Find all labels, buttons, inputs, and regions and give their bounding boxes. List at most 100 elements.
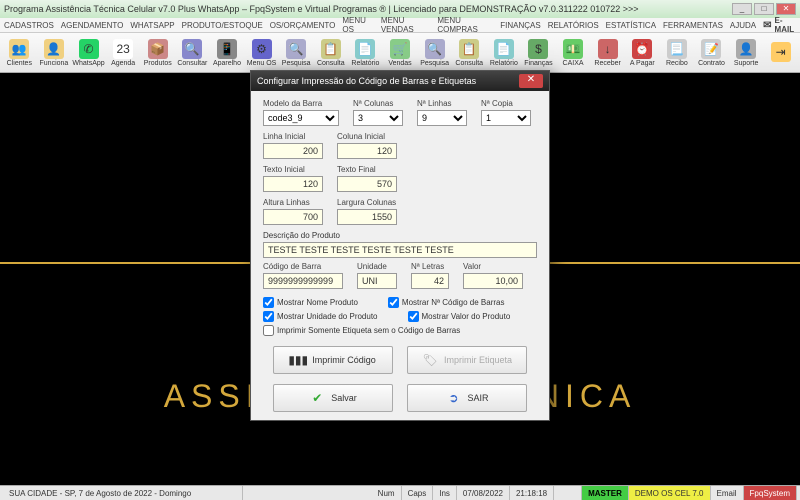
menu-produto[interactable]: PRODUTO/ESTOQUE <box>182 21 263 30</box>
toolbar-btn-funciona[interactable]: 👤Funciona <box>38 35 71 71</box>
modelo-select[interactable]: code3_9 <box>263 110 339 126</box>
toolbar-icon: 🔍 <box>286 39 306 59</box>
menu-vendas[interactable]: MENU VENDAS <box>381 16 431 34</box>
toolbar-btn-suporte[interactable]: 👤Suporte <box>730 35 763 71</box>
imprimir-codigo-button[interactable]: ▮▮▮ Imprimir Código <box>273 346 393 374</box>
unidade-label: Unidade <box>357 262 397 271</box>
toolbar-icon: ✆ <box>79 39 99 59</box>
largura-colunas-input[interactable]: 1550 <box>337 209 397 225</box>
chk-somente-box[interactable] <box>263 325 274 336</box>
toolbar-btn-relatório[interactable]: 📄Relatório <box>488 35 521 71</box>
chk-nome-box[interactable] <box>263 297 274 308</box>
toolbar-label: Consulta <box>455 60 483 67</box>
status-master: MASTER <box>582 486 629 500</box>
menu-relatorios[interactable]: RELATÓRIOS <box>548 21 599 30</box>
valor-input[interactable]: 10,00 <box>463 273 523 289</box>
status-num: Num <box>372 486 402 500</box>
menubar: CADASTROS AGENDAMENTO WHATSAPP PRODUTO/E… <box>0 18 800 33</box>
dialog-title-text: Configurar Impressão do Código de Barras… <box>257 76 476 86</box>
chk-unidade-box[interactable] <box>263 311 274 322</box>
toolbar-btn-pesquisa[interactable]: 🔍Pesquisa <box>418 35 451 71</box>
chk-nome[interactable]: Mostrar Nome Produto <box>263 297 358 308</box>
menu-whatsapp[interactable]: WHATSAPP <box>130 21 174 30</box>
imprimir-etiqueta-button[interactable]: 🏷 Imprimir Etiqueta <box>407 346 527 374</box>
toolbar-btn-produtos[interactable]: 📦Produtos <box>141 35 174 71</box>
status-gap <box>554 486 582 500</box>
dialog-titlebar: Configurar Impressão do Código de Barras… <box>251 71 549 91</box>
toolbar-btn-caixa[interactable]: 💵CAIXA <box>557 35 590 71</box>
toolbar-btn-finanças[interactable]: $Finanças <box>522 35 555 71</box>
chk-somente[interactable]: Imprimir Somente Etiqueta sem o Código d… <box>263 325 460 336</box>
barcode-config-dialog: Configurar Impressão do Código de Barras… <box>250 70 550 421</box>
toolbar-btn-consultar[interactable]: 🔍Consultar <box>176 35 209 71</box>
statusbar: SUA CIDADE - SP, 7 de Agosto de 2022 - D… <box>0 485 800 500</box>
chk-valor-box[interactable] <box>408 311 419 322</box>
coluna-inicial-input[interactable]: 120 <box>337 143 397 159</box>
toolbar-btn-agenda[interactable]: 23Agenda <box>107 35 140 71</box>
toolbar-btn-consulta[interactable]: 📋Consulta <box>453 35 486 71</box>
window-close-button[interactable]: ✕ <box>776 3 796 15</box>
nlinhas-select[interactable]: 9 <box>417 110 467 126</box>
toolbar-btn-pesquisa[interactable]: 🔍Pesquisa <box>280 35 313 71</box>
ncopia-select[interactable]: 1 <box>481 110 531 126</box>
chk-codigo-box[interactable] <box>388 297 399 308</box>
toolbar-icon: 📃 <box>667 39 687 59</box>
texto-inicial-input[interactable]: 120 <box>263 176 323 192</box>
window-minimize-button[interactable]: _ <box>732 3 752 15</box>
linha-inicial-input[interactable]: 200 <box>263 143 323 159</box>
toolbar-label: Relatório <box>490 60 518 67</box>
menu-ferramentas[interactable]: FERRAMENTAS <box>663 21 723 30</box>
nletras-input[interactable]: 42 <box>411 273 449 289</box>
sair-button[interactable]: ➲ SAIR <box>407 384 527 412</box>
altura-linhas-label: Altura Linhas <box>263 198 323 207</box>
codigo-barra-input[interactable]: 9999999999999 <box>263 273 343 289</box>
menu-menuos[interactable]: MENU OS <box>342 16 374 34</box>
status-date: 07/08/2022 <box>457 486 510 500</box>
toolbar-btn-a pagar[interactable]: ⏰A Pagar <box>626 35 659 71</box>
toolbar-btn-consulta[interactable]: 📋Consulta <box>314 35 347 71</box>
toolbar-btn-recibo[interactable]: 📃Recibo <box>661 35 694 71</box>
dialog-close-button[interactable]: ✕ <box>519 74 543 88</box>
menu-cadastros[interactable]: CADASTROS <box>4 21 54 30</box>
toolbar-btn-menu os[interactable]: ⚙Menu OS <box>245 35 278 71</box>
salvar-button[interactable]: ✔ Salvar <box>273 384 393 412</box>
toolbar-btn-clientes[interactable]: 👥Clientes <box>3 35 36 71</box>
menu-ajuda[interactable]: AJUDA <box>730 21 756 30</box>
status-demo: DEMO OS CEL 7.0 <box>629 486 711 500</box>
menu-estatistica[interactable]: ESTATÍSTICA <box>606 21 656 30</box>
chk-codigo[interactable]: Mostrar Nª Código de Barras <box>388 297 505 308</box>
toolbar-icon: 📄 <box>494 39 514 59</box>
toolbar: 👥Clientes👤Funciona✆WhatsApp23Agenda📦Prod… <box>0 33 800 73</box>
menu-email[interactable]: E-MAIL <box>763 16 796 34</box>
toolbar-icon: 👥 <box>9 39 29 59</box>
toolbar-icon: 📋 <box>321 39 341 59</box>
modelo-label: Modelo da Barra <box>263 99 339 108</box>
window-maximize-button[interactable]: □ <box>754 3 774 15</box>
ncolunas-select[interactable]: 3 <box>353 110 403 126</box>
toolbar-btn-aparelho[interactable]: 📱Aparelho <box>211 35 244 71</box>
menu-os[interactable]: OS/ORÇAMENTO <box>270 21 336 30</box>
toolbar-btn-vendas[interactable]: 🛒Vendas <box>384 35 417 71</box>
toolbar-label: Agenda <box>111 60 135 67</box>
toolbar-icon: 🛒 <box>390 39 410 59</box>
toolbar-icon: 👤 <box>44 39 64 59</box>
texto-inicial-label: Texto Inicial <box>263 165 323 174</box>
chk-unidade[interactable]: Mostrar Unidade do Produto <box>263 311 378 322</box>
texto-final-input[interactable]: 570 <box>337 176 397 192</box>
altura-linhas-input[interactable]: 700 <box>263 209 323 225</box>
menu-compras[interactable]: MENU COMPRAS <box>437 16 493 34</box>
status-email[interactable]: Email <box>711 486 744 500</box>
toolbar-btn-exit[interactable]: ⇥ <box>764 35 797 71</box>
toolbar-icon: ↓ <box>598 39 618 59</box>
menu-agendamento[interactable]: AGENDAMENTO <box>61 21 124 30</box>
toolbar-btn-relatório[interactable]: 📄Relatório <box>349 35 382 71</box>
toolbar-btn-contrato[interactable]: 📝Contrato <box>695 35 728 71</box>
unidade-input[interactable]: UNI <box>357 273 397 289</box>
toolbar-label: Contrato <box>698 60 725 67</box>
toolbar-btn-receber[interactable]: ↓Receber <box>591 35 624 71</box>
descricao-input[interactable]: TESTE TESTE TESTE TESTE TESTE TESTE <box>263 242 537 258</box>
toolbar-btn-whatsapp[interactable]: ✆WhatsApp <box>72 35 105 71</box>
menu-financas[interactable]: FINANÇAS <box>500 21 540 30</box>
exit-icon: ➲ <box>445 390 461 406</box>
chk-valor[interactable]: Mostrar Valor do Produto <box>408 311 511 322</box>
